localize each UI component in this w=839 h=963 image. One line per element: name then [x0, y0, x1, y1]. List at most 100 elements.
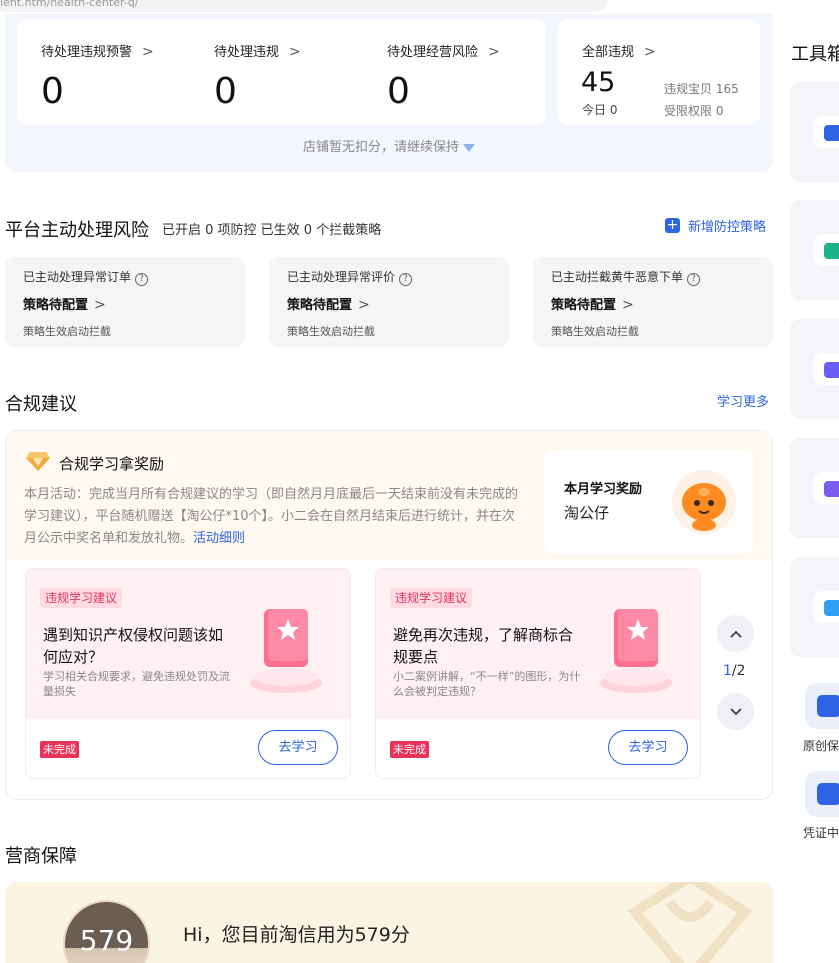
- plus-icon: +: [665, 217, 680, 233]
- all-violations-card[interactable]: 全部违规 > 45 今日 0 违规宝贝 165 受限权限 0: [558, 19, 760, 125]
- pager-total: /2: [731, 663, 746, 679]
- pending-warning-value: 0: [41, 71, 64, 112]
- pending-risk-stat[interactable]: 待处理经营风险 > 0: [387, 41, 500, 110]
- risk-card-desc: 策略生效启动拦截: [23, 325, 111, 338]
- learning-title: 避免再次违规，了解商标合规要点: [393, 626, 574, 666]
- learning-desc: 学习相关合规要求，避免违规处罚及流量损失: [43, 670, 230, 698]
- credit-score: 579: [79, 924, 134, 957]
- learning-card[interactable]: 违规学习建议 避免再次违规，了解商标合规要点 小二案例讲解，“不一样”的图形，为…: [375, 568, 701, 779]
- code-icon: [814, 234, 839, 266]
- tool-glyph: [824, 125, 839, 141]
- chevron-right-icon: >: [358, 297, 370, 313]
- reward-heading: 合规学习拿奖励: [59, 455, 165, 473]
- chevron-right-icon: >: [622, 297, 634, 313]
- help-icon[interactable]: ?: [687, 273, 701, 286]
- today-violations: 今日 0: [582, 103, 618, 117]
- shield-icon: [814, 116, 839, 148]
- url-text: ient.htm/health-center-q/: [0, 0, 139, 9]
- shield-icon: [817, 695, 839, 717]
- deduction-tip-text: 店铺暂无扣分，请继续保持: [302, 140, 459, 155]
- chevron-down-icon: [729, 707, 742, 715]
- risk-card-title: 已主动处理异常订单: [23, 270, 132, 284]
- compliance-title: 合规建议: [5, 394, 77, 415]
- risk-card-reviews[interactable]: 已主动处理异常评价? 策略待配置 > 策略生效启动拦截: [269, 257, 509, 347]
- platform-risk-subtitle: 已开启 0 项防控 已生效 0 个拦截策略: [162, 223, 382, 238]
- add-policy-label: 新增防控策略: [688, 220, 767, 235]
- reward-title: 本月学习奖励: [564, 482, 643, 497]
- tool-glyph: [824, 362, 839, 378]
- restricted-permissions-count: 受限权限 0: [664, 104, 724, 118]
- credit-watermark-icon: [627, 882, 753, 963]
- learn-more-link[interactable]: 学习更多: [717, 391, 769, 410]
- pager-indicator: 1/2: [723, 663, 746, 679]
- incomplete-badge: 未完成: [40, 741, 79, 758]
- tool-card[interactable]: [790, 200, 839, 300]
- violation-items-count: 违规宝贝 165: [664, 82, 739, 96]
- chevron-up-icon: [729, 630, 742, 638]
- tool-card[interactable]: [790, 438, 839, 538]
- compliance-panel: 合规学习拿奖励 本月活动：完成当月所有合规建议的学习（即自然月月底最后一天结束前…: [5, 430, 773, 800]
- risk-card-title: 已主动拦截黄牛恶意下单: [551, 270, 684, 284]
- pending-risk-value: 0: [387, 71, 410, 112]
- violation-stats-panel: 待处理违规预警 > 0 待处理违规 > 0 待处理经营风险 > 0 全部违规 > 45 …: [5, 14, 773, 172]
- book-icon: [250, 609, 322, 693]
- learning-card-header: 违规学习建议 避免再次违规，了解商标合规要点 小二案例讲解，“不一样”的图形，为…: [376, 569, 700, 719]
- certificate-center-tool[interactable]: [805, 771, 839, 817]
- activity-description: 本月活动：完成当月所有合规建议的学习（即自然月月底最后一天结束前没有未完成的学习…: [24, 484, 524, 550]
- platform-risk-title: 平台主动处理风险: [5, 220, 149, 241]
- pending-warning-stat[interactable]: 待处理违规预警 > 0: [41, 41, 154, 110]
- url-bar[interactable]: ient.htm/health-center-q/: [0, 0, 610, 12]
- pending-violation-stat[interactable]: 待处理违规 > 0: [214, 41, 301, 110]
- go-study-button[interactable]: 去学习: [608, 730, 688, 765]
- learning-card-header: 违规学习建议 遇到知识产权侵权问题该如何应对？ 学习相关合规要求，避免违规处罚及…: [26, 569, 350, 719]
- guarantee-title: 营商保障: [5, 846, 77, 867]
- pending-risk-label: 待处理经营风险: [387, 45, 479, 60]
- pager-up-button[interactable]: [717, 615, 754, 652]
- small-tool-label: 凭证中: [803, 826, 839, 840]
- toolbox-title: 工具箱: [791, 44, 839, 65]
- pending-warning-label: 待处理违规预警: [41, 45, 133, 60]
- reward-banner: 合规学习拿奖励 本月活动：完成当月所有合规建议的学习（即自然月月底最后一天结束前…: [6, 431, 772, 561]
- chevron-right-icon: >: [488, 44, 500, 60]
- credit-panel: 579 Hi，您目前淘信用为579分: [5, 882, 773, 963]
- all-violations-value: 45: [581, 67, 616, 98]
- go-study-button[interactable]: 去学习: [258, 730, 338, 765]
- help-icon[interactable]: ?: [135, 273, 149, 286]
- original-protection-tool[interactable]: [805, 683, 839, 729]
- tool-glyph: [824, 481, 839, 497]
- pager-down-button[interactable]: [717, 693, 754, 730]
- risk-card-desc: 策略生效启动拦截: [551, 325, 639, 338]
- reward-name: 淘公仔: [564, 504, 610, 522]
- incomplete-badge: 未完成: [390, 741, 429, 758]
- risk-card-status: 策略待配置: [23, 298, 89, 313]
- learning-card[interactable]: 违规学习建议 遇到知识产权侵权问题该如何应对？ 学习相关合规要求，避免违规处罚及…: [25, 568, 351, 779]
- risk-card-title: 已主动处理异常评价: [287, 270, 396, 284]
- risk-card-orders[interactable]: 已主动处理异常订单? 策略待配置 > 策略生效启动拦截: [5, 257, 245, 347]
- credit-greeting: Hi，您目前淘信用为579分: [183, 924, 410, 946]
- pending-violation-value: 0: [214, 71, 237, 112]
- tool-card[interactable]: [790, 319, 839, 419]
- chevron-right-icon: >: [289, 44, 301, 60]
- activity-rules-link[interactable]: 活动细则: [193, 531, 245, 546]
- tool-glyph: [824, 243, 839, 259]
- risk-card-status: 策略待配置: [551, 298, 617, 313]
- certificate-icon: [817, 783, 839, 805]
- add-policy-button[interactable]: + 新增防控策略: [665, 216, 766, 235]
- monthly-reward-card: 本月学习奖励 淘公仔: [544, 450, 754, 554]
- all-violations-label: 全部违规: [582, 45, 635, 60]
- chat-icon: [814, 353, 839, 385]
- pending-stats-card: 待处理违规预警 > 0 待处理违规 > 0 待处理经营风险 > 0: [17, 19, 545, 125]
- help-icon[interactable]: ?: [399, 273, 413, 286]
- learning-tag: 违规学习建议: [40, 588, 123, 608]
- mascot-image: [672, 470, 736, 534]
- deduction-tip[interactable]: 店铺暂无扣分，请继续保持: [5, 136, 773, 155]
- small-tool-label: 原创保: [803, 739, 839, 753]
- diamond-icon: [814, 591, 839, 623]
- tool-card[interactable]: [790, 557, 839, 657]
- tool-card[interactable]: [790, 82, 839, 182]
- chevron-right-icon: >: [644, 44, 656, 60]
- tool-glyph: [824, 600, 839, 616]
- learning-desc: 小二案例讲解，“不一样”的图形，为什么会被判定违规？: [393, 670, 581, 698]
- risk-card-scalpers[interactable]: 已主动拦截黄牛恶意下单? 策略待配置 > 策略生效启动拦截: [533, 257, 773, 347]
- pending-violation-label: 待处理违规: [214, 45, 280, 60]
